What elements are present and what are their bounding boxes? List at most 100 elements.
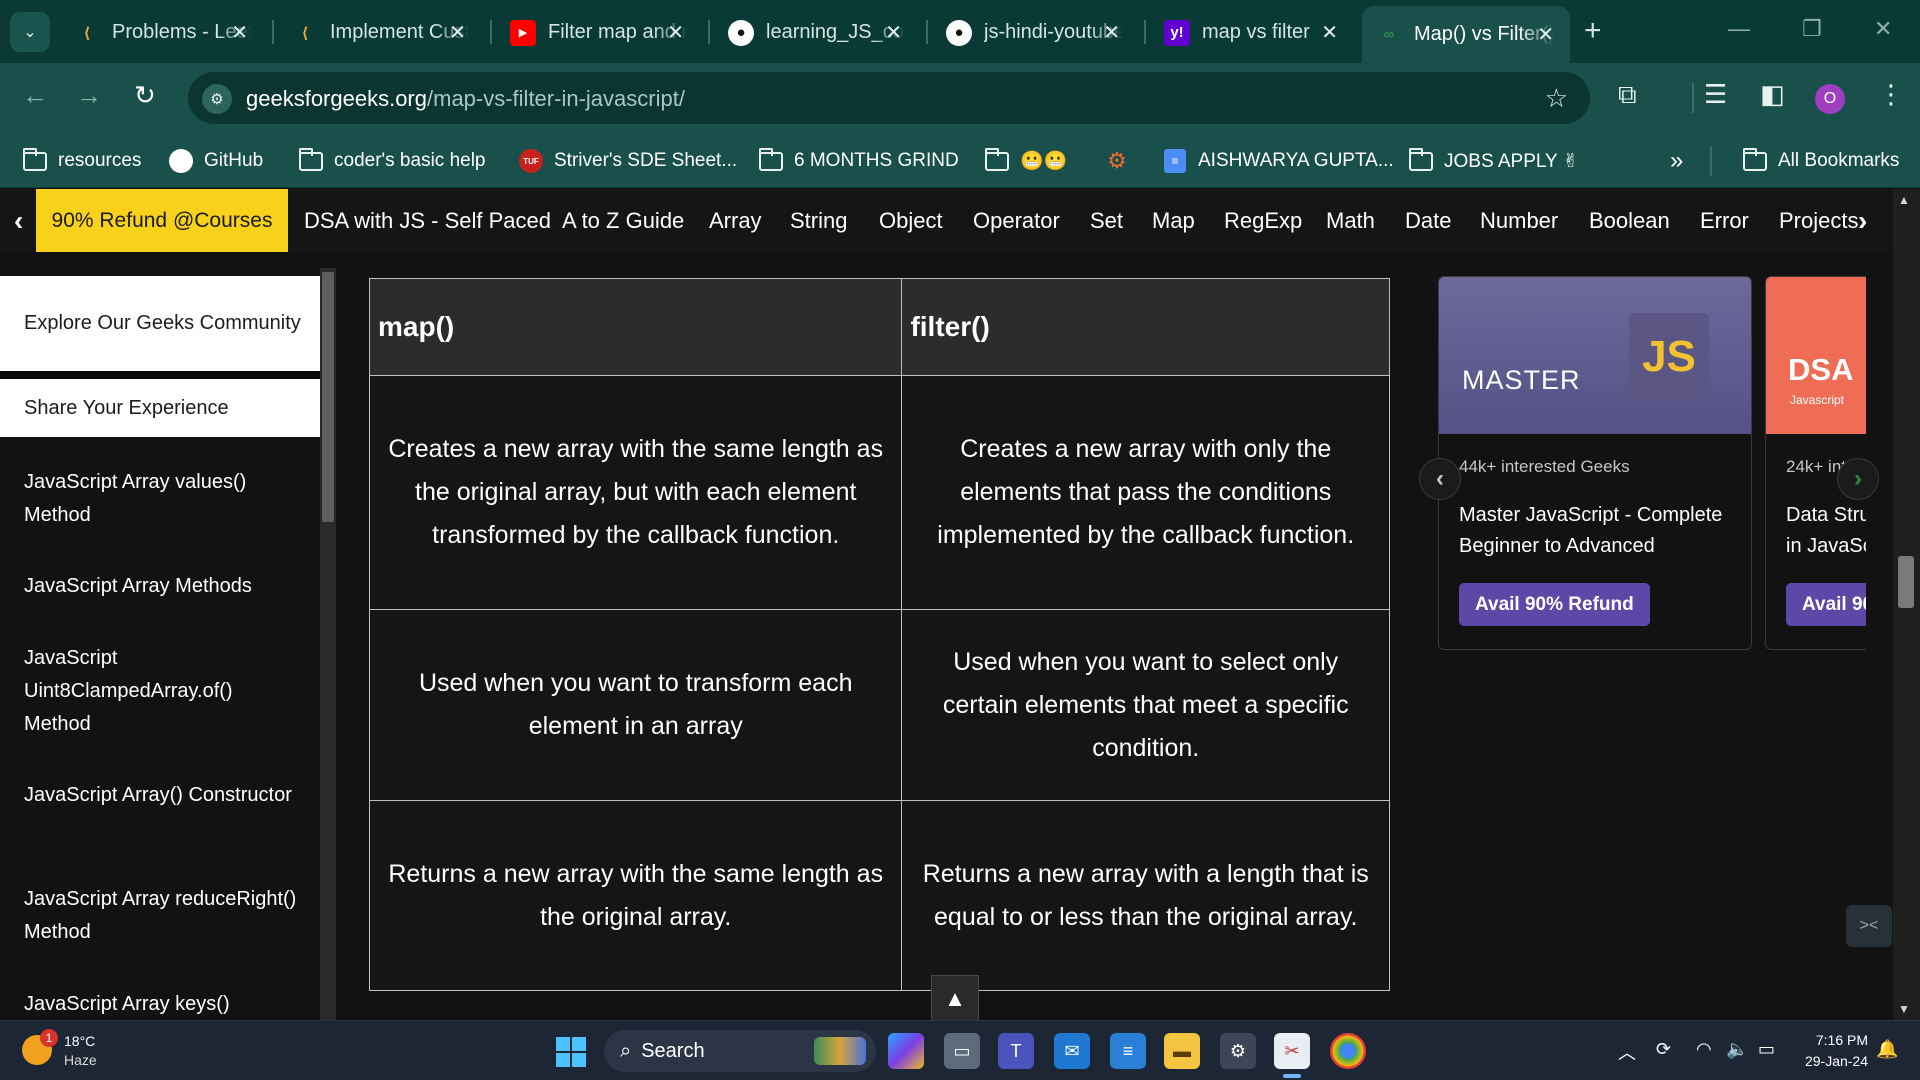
sidebar-link[interactable]: JavaScript Array keys(): [24, 988, 304, 1020]
course-title[interactable]: Master JavaScript - Complete Beginner to…: [1459, 500, 1744, 562]
sidebar-link[interactable]: JavaScript Array values() Method: [24, 466, 304, 532]
battery-icon[interactable]: ▭: [1758, 1039, 1775, 1060]
bookmark-strivers-sheet[interactable]: TUF Striver's SDE Sheet...: [518, 146, 737, 176]
profile-avatar[interactable]: O: [1815, 84, 1845, 114]
system-clock[interactable]: 7:16 PM 29-Jan-24: [1798, 1030, 1868, 1072]
settings-icon[interactable]: ⚙: [1220, 1033, 1256, 1069]
chrome-icon[interactable]: [1330, 1033, 1366, 1069]
promo-refund-link[interactable]: 90% Refund @Courses: [36, 189, 288, 252]
close-icon[interactable]: ✕: [1537, 22, 1554, 47]
nav-array[interactable]: Array: [709, 189, 762, 252]
close-icon[interactable]: ✕: [1321, 20, 1338, 45]
bookmark-aishwarya-doc[interactable]: ≡ AISHWARYA GUPTA...: [1162, 146, 1394, 176]
course-card-master-js[interactable]: MASTER JS 44k+ interested Geeks Master J…: [1438, 276, 1752, 650]
tab-github-learning[interactable]: ● learning_JS_course ✕: [714, 10, 918, 55]
chevron-left-icon[interactable]: ‹: [14, 205, 23, 237]
page-scroll-thumb[interactable]: [1898, 556, 1914, 608]
url-text[interactable]: geeksforgeeks.org/map-vs-filter-in-javas…: [246, 86, 685, 112]
nav-operator[interactable]: Operator: [973, 189, 1060, 252]
carousel-next-icon[interactable]: ›: [1837, 458, 1879, 500]
avail-refund-button[interactable]: Avail 90% Refund: [1459, 583, 1650, 626]
chevron-right-icon[interactable]: ›: [1858, 205, 1867, 237]
scroll-to-top-button[interactable]: ▲: [931, 975, 979, 1023]
sidebar-link[interactable]: JavaScript Array reduceRight() Method: [24, 883, 304, 949]
tab-leetcode-problems[interactable]: ⟨ Problems - LeetCode ✕: [60, 10, 264, 55]
close-icon[interactable]: ✕: [1103, 20, 1120, 45]
bookmark-resources[interactable]: resources: [22, 146, 141, 176]
notification-bell-icon[interactable]: 🔔: [1876, 1039, 1898, 1060]
scroll-up-arrow-icon[interactable]: ▲: [1898, 193, 1910, 207]
tab-yahoo-search[interactable]: y! map vs filter ✕: [1150, 10, 1354, 55]
carousel-prev-icon[interactable]: ‹: [1419, 458, 1461, 500]
back-icon[interactable]: ←: [22, 80, 48, 111]
bookmark-6-months-grind[interactable]: 6 MONTHS GRIND: [758, 146, 959, 176]
nav-date[interactable]: Date: [1405, 189, 1451, 252]
nav-set[interactable]: Set: [1090, 189, 1123, 252]
side-panel-icon[interactable]: ◧: [1760, 79, 1785, 110]
close-icon[interactable]: ✕: [231, 20, 248, 45]
tab-implement-map[interactable]: ⟨ Implement Custom Map ✕: [278, 10, 482, 55]
bookmark-jobs-apply[interactable]: JOBS APPLY ✌: [1408, 146, 1579, 176]
tray-overflow-icon[interactable]: ︿: [1618, 1039, 1636, 1065]
weather-widget[interactable]: 1 18°C Haze: [22, 1029, 132, 1073]
taskbar-search[interactable]: ⌕ Search: [604, 1030, 876, 1072]
mail-icon[interactable]: ✉: [1054, 1033, 1090, 1069]
file-explorer-icon[interactable]: ▬: [1164, 1033, 1200, 1069]
task-view-icon[interactable]: ▭: [944, 1033, 980, 1069]
notepad-icon[interactable]: ≡: [1110, 1033, 1146, 1069]
site-settings-icon[interactable]: ⚙: [202, 84, 232, 114]
nav-regexp[interactable]: RegExp: [1224, 189, 1302, 252]
bookmark-github[interactable]: GitHub: [168, 146, 263, 176]
volume-icon[interactable]: 🔈: [1726, 1039, 1748, 1060]
bookmark-emoji-folder[interactable]: 😬😬: [984, 146, 1067, 176]
close-icon[interactable]: ✕: [449, 20, 466, 45]
windows-start-icon[interactable]: [556, 1037, 586, 1067]
media-control-icon[interactable]: ☰: [1704, 79, 1727, 110]
share-experience-link[interactable]: Share Your Experience: [0, 379, 320, 437]
bookmark-coders-basic-help[interactable]: coder's basic help: [298, 146, 486, 176]
nav-object[interactable]: Object: [879, 189, 943, 252]
sync-icon[interactable]: ⟳: [1656, 1039, 1671, 1060]
bookmark-extension[interactable]: ⚙: [1104, 146, 1140, 176]
nav-map[interactable]: Map: [1152, 189, 1195, 252]
tab-github-hindi[interactable]: ● js-hindi-youtube ✕: [932, 10, 1136, 55]
code-widget-icon[interactable]: ><: [1846, 905, 1892, 947]
minimize-icon[interactable]: —: [1728, 16, 1750, 42]
nav-a-to-z-guide[interactable]: A to Z Guide: [562, 189, 684, 252]
nav-error[interactable]: Error: [1700, 189, 1749, 252]
sidebar-link[interactable]: JavaScript Uint8ClampedArray.of() Method: [24, 642, 304, 741]
sidebar-scroll-thumb[interactable]: [322, 272, 334, 522]
snipping-tool-icon[interactable]: ✂: [1274, 1033, 1310, 1069]
close-icon[interactable]: ✕: [885, 20, 902, 45]
nav-boolean[interactable]: Boolean: [1589, 189, 1670, 252]
close-icon[interactable]: ✕: [667, 20, 684, 45]
extensions-icon[interactable]: ⧉: [1618, 79, 1637, 111]
wifi-icon[interactable]: ◠: [1696, 1039, 1712, 1060]
sidebar-link[interactable]: JavaScript Array Methods: [24, 570, 304, 603]
menu-kebab-icon[interactable]: ⋮: [1878, 79, 1904, 110]
nav-math[interactable]: Math: [1326, 189, 1375, 252]
restore-icon[interactable]: ❐: [1802, 16, 1822, 42]
reload-icon[interactable]: ↻: [134, 80, 156, 111]
new-tab-button[interactable]: +: [1584, 14, 1602, 48]
teams-icon[interactable]: T: [998, 1033, 1034, 1069]
nav-dsa-js[interactable]: DSA with JS - Self Paced: [304, 189, 551, 252]
tab-search-button[interactable]: ⌄: [10, 12, 50, 52]
nav-number[interactable]: Number: [1480, 189, 1558, 252]
sidebar-link[interactable]: JavaScript Array() Constructor: [24, 779, 304, 812]
window-close-icon[interactable]: ✕: [1874, 16, 1892, 42]
nav-string[interactable]: String: [790, 189, 847, 252]
bookmarks-overflow-icon[interactable]: »: [1670, 146, 1683, 176]
scroll-down-arrow-icon[interactable]: ▼: [1898, 1002, 1910, 1016]
forward-icon[interactable]: →: [76, 80, 102, 111]
tab-gfg-active[interactable]: ∞ Map() vs Filter() ✕: [1362, 6, 1570, 63]
bookmark-star-icon[interactable]: ☆: [1545, 83, 1568, 114]
address-bar[interactable]: ⚙ geeksforgeeks.org/map-vs-filter-in-jav…: [188, 72, 1590, 124]
copilot-icon[interactable]: [888, 1033, 924, 1069]
nav-projects[interactable]: Projects: [1779, 189, 1858, 252]
explore-community-link[interactable]: Explore Our Geeks Community: [0, 276, 320, 371]
clock-date: 29-Jan-24: [1804, 1053, 1868, 1069]
bookmark-label: JOBS APPLY ✌: [1444, 150, 1579, 172]
tab-youtube-video[interactable]: ▶ Filter map and reduce ✕: [496, 10, 700, 55]
all-bookmarks[interactable]: All Bookmarks: [1742, 146, 1899, 176]
